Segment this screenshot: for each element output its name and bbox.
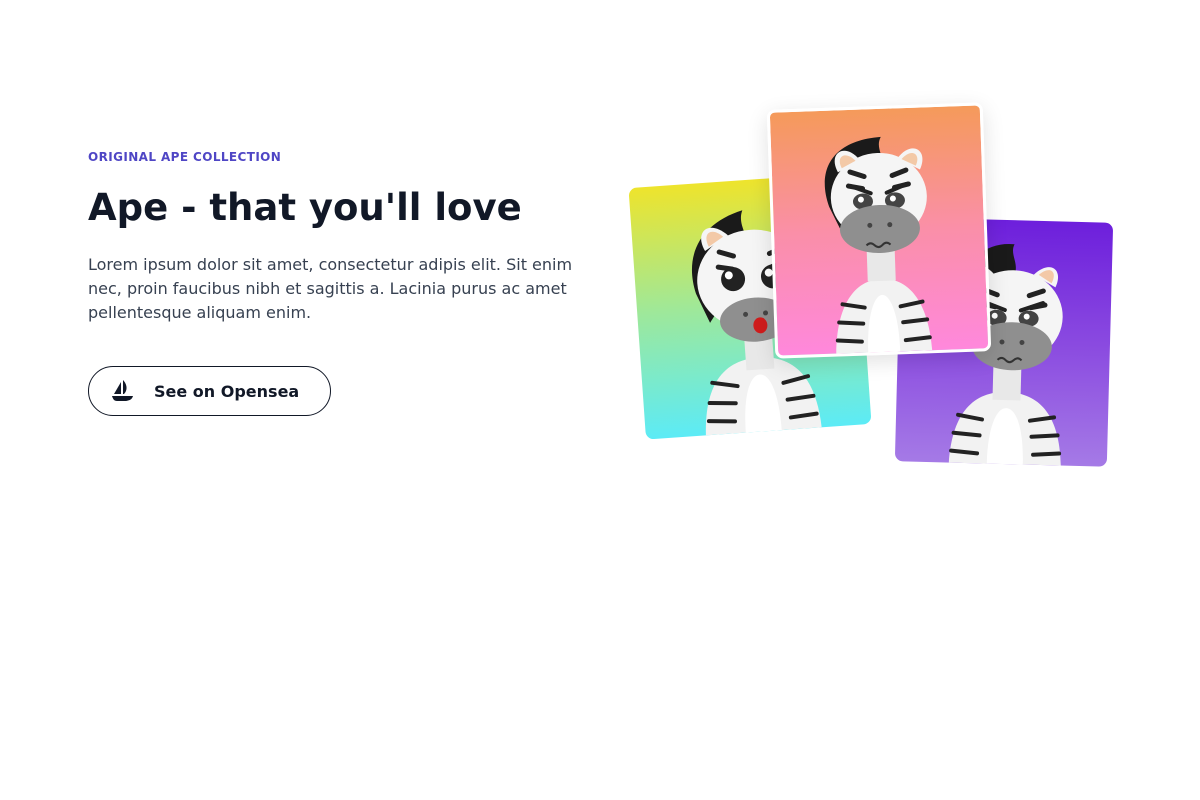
opensea-ship-icon [111, 379, 135, 403]
cta-label: See on Opensea [154, 381, 300, 401]
see-on-opensea-button[interactable]: See on Opensea [88, 366, 331, 416]
zebra-card-angry [766, 102, 992, 359]
hero-description: Lorem ipsum dolor sit amet, consectetur … [88, 255, 573, 322]
zebra-angry-illustration [824, 136, 933, 354]
hero-section: ORIGINAL APE COLLECTION Ape - that you'l… [0, 0, 1200, 800]
collection-eyebrow: ORIGINAL APE COLLECTION [88, 150, 282, 164]
page-title: Ape - that you'll love [88, 186, 522, 229]
